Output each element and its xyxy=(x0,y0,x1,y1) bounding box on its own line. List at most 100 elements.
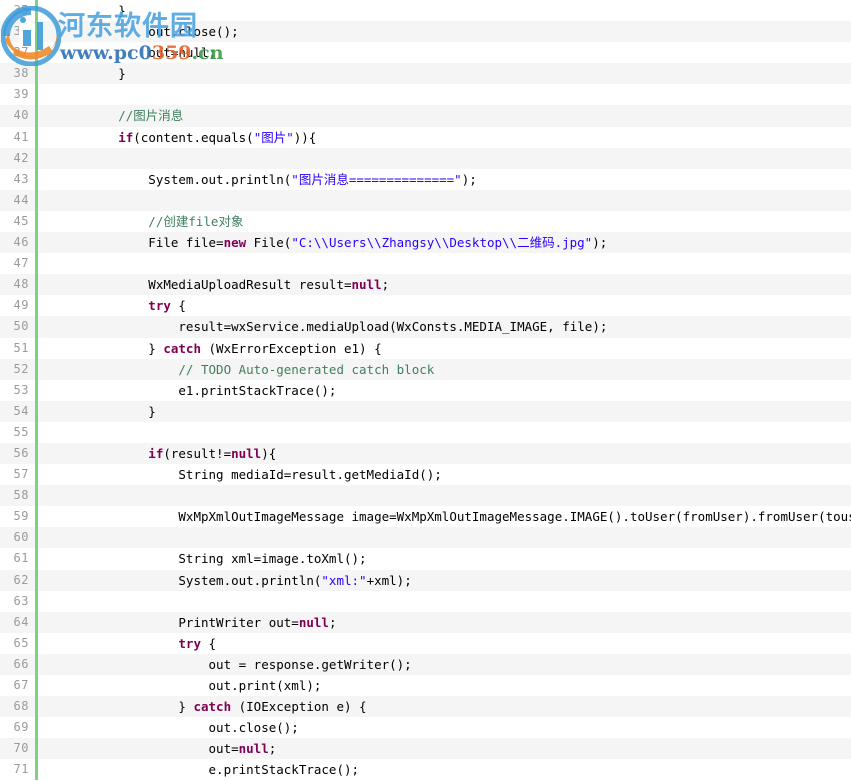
code-line[interactable]: 58 xyxy=(0,485,851,507)
gutter-annotation-column[interactable] xyxy=(38,464,58,485)
gutter-annotation-column[interactable] xyxy=(38,380,58,401)
code-line[interactable]: 65 try { xyxy=(0,632,851,654)
code-line[interactable]: 66 out = response.getWriter(); xyxy=(0,653,851,675)
code-line[interactable]: 48 WxMediaUploadResult result=null; xyxy=(0,274,851,296)
line-number: 57 xyxy=(13,467,29,482)
code-token-pln: System.out.println( xyxy=(58,572,322,588)
line-number: 47 xyxy=(13,256,29,271)
code-token-pln: out=null; xyxy=(58,45,217,61)
gutter-annotation-column[interactable] xyxy=(38,21,58,42)
code-token-pln: { xyxy=(201,635,217,651)
code-line[interactable]: 69 out.close(); xyxy=(0,717,851,739)
code-line-text: WxMediaUploadResult result=null; xyxy=(58,274,389,295)
gutter-annotation-column[interactable] xyxy=(38,675,58,696)
gutter-annotation-column[interactable] xyxy=(38,759,58,780)
gutter-annotation-column[interactable] xyxy=(38,338,58,359)
code-line[interactable]: 43 System.out.println("图片消息=============… xyxy=(0,168,851,190)
code-line[interactable]: 44 xyxy=(0,189,851,211)
code-line[interactable]: 56 if(result!=null){ xyxy=(0,442,851,465)
gutter-annotation-column[interactable] xyxy=(38,506,58,527)
code-line[interactable]: 55 xyxy=(0,421,851,443)
code-line-text: System.out.println("图片消息==============")… xyxy=(58,169,476,190)
gutter-annotation-column[interactable] xyxy=(38,633,58,654)
gutter-annotation-column[interactable] xyxy=(38,0,58,21)
code-token-pln: ; xyxy=(381,277,390,293)
code-line[interactable]: 61 String xml=image.toXml(); xyxy=(0,548,851,570)
line-number: 53 xyxy=(13,382,29,397)
code-line[interactable]: 57 String mediaId=result.getMediaId(); xyxy=(0,464,851,486)
gutter-annotation-column[interactable] xyxy=(38,422,58,443)
gutter-annotation-column[interactable] xyxy=(38,42,58,63)
code-token-pln: )){ xyxy=(293,129,317,145)
gutter-annotation-column[interactable] xyxy=(38,148,58,169)
gutter-annotation-column[interactable] xyxy=(38,274,58,295)
code-line[interactable]: 38 } xyxy=(0,63,851,85)
code-line[interactable]: 51 } catch (WxErrorException e1) { xyxy=(0,337,851,359)
line-number: 46 xyxy=(13,235,29,250)
code-line[interactable]: 49 try { xyxy=(0,295,851,317)
gutter-annotation-column[interactable] xyxy=(38,717,58,738)
code-token-str: "xml:" xyxy=(321,572,367,588)
code-line-text: result=wxService.mediaUpload(WxConsts.ME… xyxy=(58,316,607,337)
gutter-annotation-column[interactable] xyxy=(38,295,58,316)
code-line-text: // TODO Auto-generated catch block xyxy=(58,359,434,380)
gutter-annotation-column[interactable] xyxy=(38,84,58,105)
line-number: 44 xyxy=(13,192,29,207)
gutter-annotation-column[interactable] xyxy=(38,359,58,380)
code-line-text: out.close(); xyxy=(58,717,299,738)
gutter-annotation-column[interactable] xyxy=(38,570,58,591)
code-line[interactable]: 37 out=null; xyxy=(0,42,851,64)
code-line[interactable]: 50 result=wxService.mediaUpload(WxConsts… xyxy=(0,316,851,338)
code-line[interactable]: 40 //图片消息 xyxy=(0,105,851,127)
gutter-annotation-column[interactable] xyxy=(38,527,58,548)
code-line[interactable]: 42 xyxy=(0,147,851,169)
code-token-pln: } xyxy=(58,340,164,356)
gutter-annotation-column[interactable] xyxy=(38,654,58,675)
code-line[interactable]: 62 System.out.println("xml:"+xml); xyxy=(0,569,851,591)
gutter-annotation-column[interactable] xyxy=(38,591,58,612)
line-number: 45 xyxy=(13,213,29,228)
gutter-annotation-column[interactable] xyxy=(38,696,58,717)
gutter-annotation-column[interactable] xyxy=(38,738,58,759)
code-line[interactable]: 35 } xyxy=(0,0,851,22)
code-line[interactable]: 71 e.printStackTrace(); xyxy=(0,759,851,781)
code-line[interactable]: 64 PrintWriter out=null; xyxy=(0,611,851,633)
code-line[interactable]: 70 out=null; xyxy=(0,738,851,760)
gutter-annotation-column[interactable] xyxy=(38,232,58,253)
code-line[interactable]: 39 xyxy=(0,84,851,106)
gutter-annotation-column[interactable] xyxy=(38,190,58,211)
gutter-annotation-column[interactable] xyxy=(38,127,58,148)
gutter-annotation-column[interactable] xyxy=(38,211,58,232)
gutter-annotation-column[interactable] xyxy=(38,612,58,633)
code-line-text: //创建file对象 xyxy=(58,211,243,232)
code-line[interactable]: 68 } catch (IOException e) { xyxy=(0,696,851,718)
code-line[interactable]: 52 // TODO Auto-generated catch block xyxy=(0,358,851,380)
code-line[interactable]: 53 e1.printStackTrace(); xyxy=(0,379,851,401)
code-token-kw: catch xyxy=(193,699,232,715)
code-line[interactable]: 46 File file=new File("C:\\Users\\Zhangs… xyxy=(0,232,851,254)
gutter-annotation-column[interactable] xyxy=(38,316,58,337)
code-line[interactable]: 63 xyxy=(0,590,851,612)
code-line[interactable]: 47 xyxy=(0,253,851,275)
code-token-pln: (WxErrorException e1) { xyxy=(201,340,382,356)
gutter-annotation-column[interactable] xyxy=(38,63,58,84)
gutter-annotation-column[interactable] xyxy=(38,105,58,126)
code-line[interactable]: 59 WxMpXmlOutImageMessage image=WxMpXmlO… xyxy=(0,506,851,528)
line-number: 70 xyxy=(13,741,29,756)
gutter-annotation-column[interactable] xyxy=(38,401,58,422)
code-line[interactable]: 67 out.print(xml); xyxy=(0,675,851,697)
code-line[interactable]: 41 if(content.equals("图片")){ xyxy=(0,126,851,148)
code-line-text: String xml=image.toXml(); xyxy=(58,548,366,569)
gutter-annotation-column[interactable] xyxy=(38,443,58,464)
code-line[interactable]: 36 out.close(); xyxy=(0,21,851,43)
code-line[interactable]: 60 xyxy=(0,527,851,549)
gutter-annotation-column[interactable] xyxy=(38,548,58,569)
code-lines-container[interactable]: 35 } 36 out.close(); 37 out=null; 38 } 39 40 … xyxy=(0,0,851,781)
gutter-annotation-column[interactable] xyxy=(38,169,58,190)
gutter-annotation-column[interactable] xyxy=(38,253,58,274)
code-token-pln: result=wxService.mediaUpload(WxConsts.ME… xyxy=(58,319,608,335)
code-editor-pane[interactable]: 35 } 36 out.close(); 37 out=null; 38 } 39 40 … xyxy=(0,0,851,781)
code-line[interactable]: 45 //创建file对象 xyxy=(0,210,851,233)
code-line[interactable]: 54 } xyxy=(0,400,851,422)
gutter-annotation-column[interactable] xyxy=(38,485,58,506)
